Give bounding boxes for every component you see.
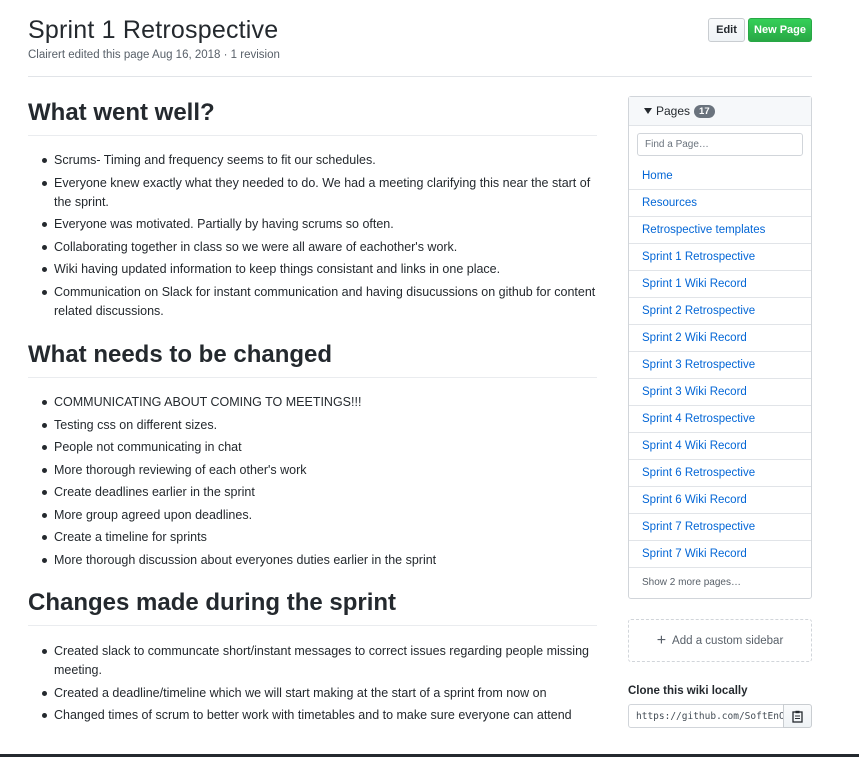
sidebar-page-link[interactable]: Sprint 2 Wiki Record <box>629 324 811 351</box>
sidebar-page-link[interactable]: Retrospective templates <box>629 216 811 243</box>
copy-clipboard-button[interactable] <box>783 704 812 728</box>
sidebar-page-link[interactable]: Sprint 1 Retrospective <box>629 243 811 270</box>
sidebar-page-link[interactable]: Sprint 7 Retrospective <box>629 513 811 540</box>
list-item: Changed times of scrum to better work wi… <box>28 706 597 725</box>
section-list: Scrums- Timing and frequency seems to fi… <box>28 151 597 324</box>
clone-label: Clone this wiki locally <box>628 685 748 697</box>
section-heading: What needs to be changed <box>28 340 597 378</box>
pages-toggle[interactable]: Pages 17 <box>629 97 811 126</box>
page-meta: Clairert edited this page Aug 16, 2018 ·… <box>28 49 280 61</box>
list-item: More thorough discussion about everyones… <box>28 551 597 570</box>
plus-icon: + <box>656 631 667 649</box>
list-item: People not communicating in chat <box>28 438 597 457</box>
list-item: Everyone knew exactly what they needed t… <box>28 174 597 212</box>
pages-sidebar: Pages 17 Find a Page… Home Resources Ret… <box>628 96 812 599</box>
edit-button[interactable]: Edit <box>708 18 745 42</box>
sidebar-page-link[interactable]: Sprint 1 Wiki Record <box>629 270 811 297</box>
find-page-row: Find a Page… <box>629 126 811 162</box>
page-header: Sprint 1 Retrospective Clairert edited t… <box>28 0 812 77</box>
section-list: COMMUNICATING ABOUT COMING TO MEETINGS!!… <box>28 393 597 573</box>
add-custom-sidebar-button[interactable]: + Add a custom sidebar <box>628 619 812 662</box>
sidebar-page-link[interactable]: Sprint 6 Retrospective <box>629 459 811 486</box>
list-item: Everyone was motivated. Partially by hav… <box>28 215 597 234</box>
page-title: Sprint 1 Retrospective <box>28 16 279 44</box>
sidebar-page-link[interactable]: Sprint 4 Wiki Record <box>629 432 811 459</box>
new-page-button[interactable]: New Page <box>748 18 812 42</box>
list-item: Created slack to communcate short/instan… <box>28 642 597 680</box>
add-custom-sidebar-label: Add a custom sidebar <box>672 634 784 647</box>
sidebar-page-link[interactable]: Sprint 2 Retrospective <box>629 297 811 324</box>
list-item: COMMUNICATING ABOUT COMING TO MEETINGS!!… <box>28 393 597 412</box>
section-heading: What went well? <box>28 98 597 136</box>
pages-label: Pages <box>656 104 691 118</box>
sidebar-page-link[interactable]: Sprint 3 Retrospective <box>629 351 811 378</box>
sidebar-page-link[interactable]: Sprint 6 Wiki Record <box>629 486 811 513</box>
list-item: Wiki having updated information to keep … <box>28 260 597 279</box>
list-item: More thorough reviewing of each other's … <box>28 461 597 480</box>
pages-count-badge: 17 <box>694 104 715 118</box>
list-item: Create a timeline for sprints <box>28 528 597 547</box>
list-item: Create deadlines earlier in the sprint <box>28 483 597 502</box>
list-item: More group agreed upon deadlines. <box>28 506 597 525</box>
clone-url-input[interactable]: https://github.com/SoftEnOP/ <box>628 704 784 728</box>
list-item: Collaborating together in class so we we… <box>28 238 597 257</box>
wiki-page: Sprint 1 Retrospective Clairert edited t… <box>28 0 812 757</box>
find-page-input[interactable]: Find a Page… <box>637 132 803 156</box>
section-heading: Changes made during the sprint <box>28 588 597 626</box>
show-more-pages-link[interactable]: Show 2 more pages… <box>629 567 811 596</box>
list-item: Scrums- Timing and frequency seems to fi… <box>28 151 597 170</box>
clipboard-icon <box>792 710 803 723</box>
sidebar-page-link[interactable]: Resources <box>629 189 811 216</box>
sidebar-page-link[interactable]: Sprint 4 Retrospective <box>629 405 811 432</box>
section-list: Created slack to communcate short/instan… <box>28 642 597 729</box>
list-item: Communication on Slack for instant commu… <box>28 283 597 321</box>
sidebar-page-link[interactable]: Home <box>629 162 811 189</box>
list-item: Created a deadline/timeline which we wil… <box>28 684 597 703</box>
sidebar-page-link[interactable]: Sprint 7 Wiki Record <box>629 540 811 567</box>
sidebar-page-link[interactable]: Sprint 3 Wiki Record <box>629 378 811 405</box>
list-item: Testing css on different sizes. <box>28 416 597 435</box>
caret-down-icon <box>644 108 652 114</box>
